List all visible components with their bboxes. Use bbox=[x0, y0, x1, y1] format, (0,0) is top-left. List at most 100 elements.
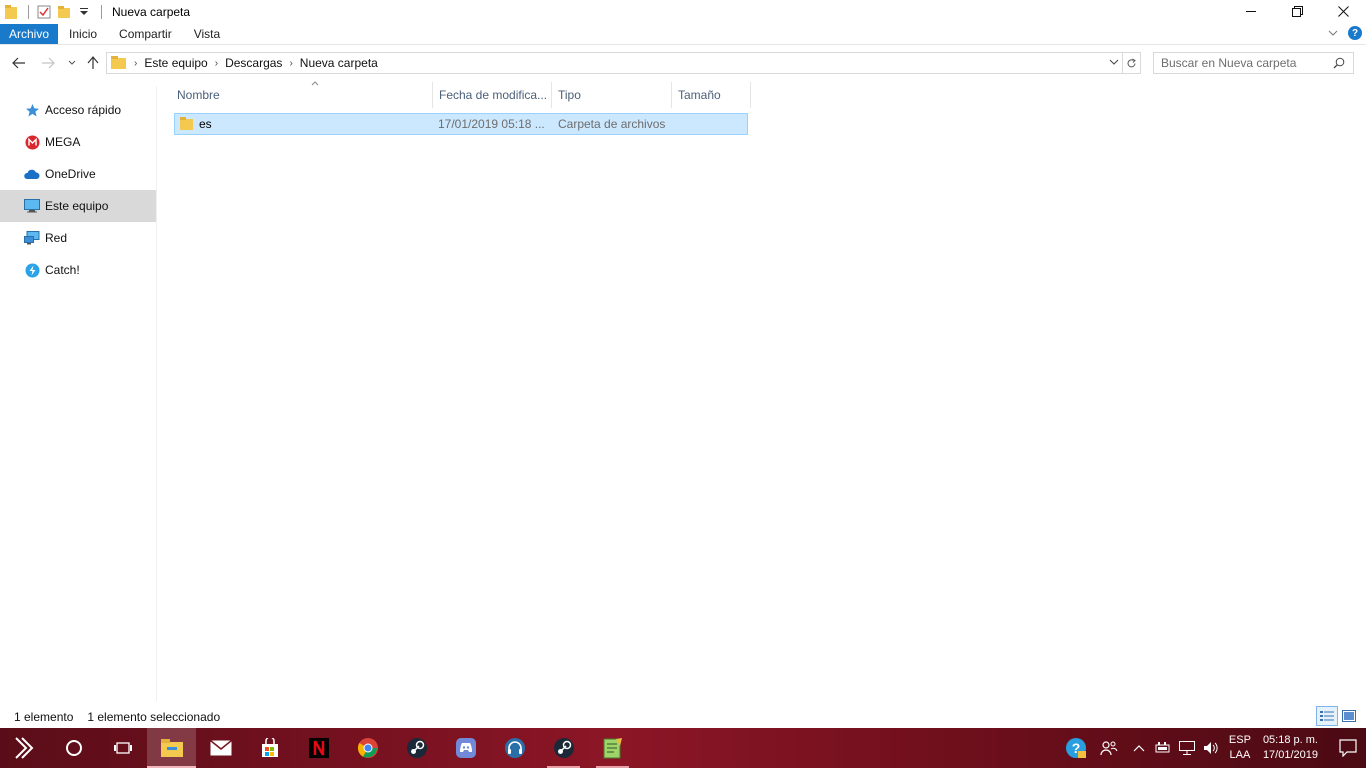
tab-archivo[interactable]: Archivo bbox=[0, 24, 59, 44]
network-tray-icon[interactable] bbox=[1175, 728, 1199, 768]
chevron-right-icon[interactable]: › bbox=[212, 58, 221, 69]
recent-locations-button[interactable] bbox=[62, 53, 82, 73]
tab-vista[interactable]: Vista bbox=[183, 24, 231, 44]
input-language-indicator[interactable]: ESP LAA bbox=[1229, 733, 1251, 763]
discord-icon bbox=[455, 738, 476, 758]
window-controls bbox=[1228, 0, 1366, 22]
ribbon-tabs: Archivo Inicio Compartir Vista ? bbox=[0, 24, 1366, 45]
file-type: Carpeta de archivos bbox=[558, 117, 666, 131]
store-icon bbox=[261, 738, 278, 757]
sidebar-item-onedrive[interactable]: OneDrive bbox=[0, 158, 156, 190]
large-icons-view-icon bbox=[1342, 710, 1356, 722]
restore-icon bbox=[1291, 5, 1303, 17]
column-header-tipo[interactable]: Tipo bbox=[552, 82, 672, 108]
system-tray: ? ESP LAA 05:18 p. m. 17/01/2019 bbox=[1061, 728, 1366, 768]
help-tray-icon[interactable]: ? bbox=[1061, 728, 1091, 768]
file-date: 17/01/2019 05:18 ... bbox=[438, 117, 545, 131]
new-folder-icon[interactable] bbox=[55, 2, 73, 22]
tab-compartir[interactable]: Compartir bbox=[108, 24, 183, 44]
folder-icon bbox=[180, 116, 194, 134]
minimize-icon bbox=[1246, 11, 1256, 12]
taskbar-headset-app[interactable] bbox=[490, 728, 539, 768]
catch-icon bbox=[24, 262, 40, 278]
file-explorer-icon bbox=[160, 739, 183, 757]
sidebar-item-este-equipo[interactable]: Este equipo bbox=[0, 190, 156, 222]
up-button[interactable] bbox=[83, 53, 103, 73]
close-icon bbox=[1337, 5, 1349, 17]
taskbar-chrome[interactable] bbox=[343, 728, 392, 768]
sidebar-item-label: Acceso rápido bbox=[45, 103, 122, 117]
large-icons-view-button[interactable] bbox=[1338, 706, 1360, 726]
chrome-icon bbox=[357, 738, 378, 758]
search-input[interactable] bbox=[1161, 56, 1331, 70]
sidebar-item-red[interactable]: Red bbox=[0, 222, 156, 254]
expand-ribbon-icon[interactable] bbox=[1328, 28, 1338, 38]
battery-icon[interactable] bbox=[1151, 728, 1175, 768]
arrow-up-icon bbox=[87, 56, 99, 69]
column-header-tamano[interactable]: Tamaño bbox=[672, 82, 751, 108]
people-icon[interactable] bbox=[1091, 728, 1127, 768]
steam-icon bbox=[553, 738, 574, 758]
folder-icon bbox=[111, 55, 127, 72]
quick-access-toolbar bbox=[0, 0, 108, 24]
item-count: 1 elemento bbox=[14, 709, 74, 724]
computer-icon bbox=[24, 198, 40, 214]
sidebar-item-catch[interactable]: Catch! bbox=[0, 254, 156, 286]
properties-icon[interactable] bbox=[35, 2, 53, 22]
toolbar-divider bbox=[101, 5, 102, 19]
breadcrumb-nueva-carpeta[interactable]: Nueva carpeta bbox=[296, 56, 382, 70]
close-button[interactable] bbox=[1320, 0, 1366, 22]
breadcrumb-este-equipo[interactable]: Este equipo bbox=[140, 56, 211, 70]
volume-icon[interactable] bbox=[1199, 728, 1223, 768]
tab-inicio[interactable]: Inicio bbox=[58, 24, 108, 44]
minimize-button[interactable] bbox=[1228, 0, 1274, 22]
forward-button[interactable] bbox=[38, 53, 58, 73]
address-dropdown-icon[interactable] bbox=[1109, 56, 1119, 71]
sort-ascending-icon bbox=[311, 78, 319, 88]
breadcrumb-descargas[interactable]: Descargas bbox=[221, 56, 286, 70]
taskbar-mail[interactable] bbox=[196, 728, 245, 768]
search-taskbar-button[interactable] bbox=[49, 728, 98, 768]
sidebar-item-mega[interactable]: MEGA bbox=[0, 126, 156, 158]
file-name: es bbox=[199, 117, 212, 131]
start-logo-icon bbox=[14, 737, 33, 759]
taskbar-file-explorer[interactable] bbox=[147, 728, 196, 768]
customize-toolbar-dropdown-icon[interactable] bbox=[75, 2, 93, 22]
maximize-button[interactable] bbox=[1274, 0, 1320, 22]
details-view-button[interactable] bbox=[1316, 706, 1338, 726]
address-bar[interactable]: › Este equipo › Descargas › Nueva carpet… bbox=[106, 52, 1123, 74]
network-icon bbox=[24, 230, 40, 246]
table-row[interactable]: es 17/01/2019 05:18 ... Carpeta de archi… bbox=[174, 113, 748, 135]
refresh-button[interactable] bbox=[1123, 52, 1141, 74]
steam-icon bbox=[406, 738, 427, 758]
start-button[interactable] bbox=[0, 728, 49, 768]
file-list: Nombre Fecha de modifica... Tipo Tamaño … bbox=[157, 81, 1366, 701]
notepad-icon bbox=[603, 738, 622, 759]
clock-date: 17/01/2019 bbox=[1262, 749, 1318, 761]
column-header-nombre[interactable]: Nombre bbox=[171, 81, 433, 108]
taskbar-discord[interactable] bbox=[441, 728, 490, 768]
arrow-left-icon bbox=[12, 57, 25, 69]
back-button[interactable] bbox=[9, 53, 29, 73]
help-button[interactable]: ? bbox=[1348, 26, 1362, 40]
mega-icon bbox=[24, 134, 40, 150]
action-center-button[interactable] bbox=[1330, 728, 1366, 768]
clock[interactable]: 05:18 p. m. 17/01/2019 bbox=[1263, 733, 1318, 763]
netflix-icon bbox=[308, 738, 329, 758]
task-view-button[interactable] bbox=[98, 728, 147, 768]
column-header-fecha[interactable]: Fecha de modifica... bbox=[433, 82, 552, 108]
search-box[interactable] bbox=[1153, 52, 1354, 74]
taskbar-netflix[interactable] bbox=[294, 728, 343, 768]
show-hidden-icons-chevron-up-icon[interactable] bbox=[1127, 728, 1151, 768]
taskbar-notepad-app[interactable] bbox=[588, 728, 637, 768]
details-view-icon bbox=[1320, 711, 1334, 721]
taskbar-steam-running[interactable] bbox=[539, 728, 588, 768]
star-icon bbox=[24, 102, 40, 118]
taskbar-store[interactable] bbox=[245, 728, 294, 768]
notification-icon bbox=[1339, 739, 1357, 757]
sidebar-item-acceso-rapido[interactable]: Acceso rápido bbox=[0, 94, 156, 126]
search-icon[interactable] bbox=[1333, 57, 1345, 72]
navigation-pane: Acceso rápido MEGA OneDrive Este equipo … bbox=[0, 86, 156, 701]
taskbar-steam[interactable] bbox=[392, 728, 441, 768]
chevron-right-icon[interactable]: › bbox=[286, 58, 295, 69]
